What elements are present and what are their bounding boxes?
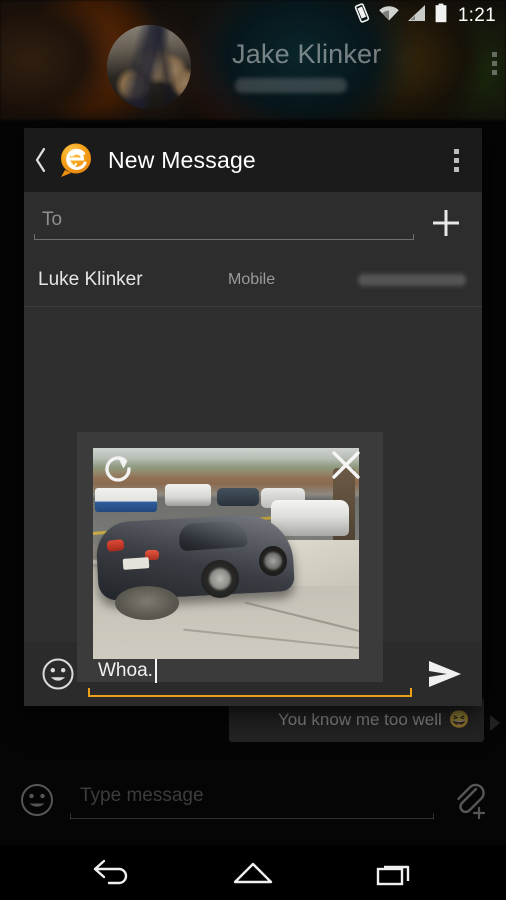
wifi-icon <box>378 4 400 27</box>
photo-sidewalk-seam <box>183 628 359 650</box>
dialog-body <box>24 307 482 682</box>
nav-home-button[interactable] <box>182 845 324 900</box>
background-message-placeholder: Type message <box>80 785 204 806</box>
photo-dark-car <box>217 488 259 506</box>
dialog-header: New Message <box>24 128 482 192</box>
background-compose-bar: Type message <box>0 755 506 845</box>
photo-car-windshield <box>178 519 248 552</box>
cellular-signal-icon <box>407 4 427 27</box>
photo-car-front-wheel <box>259 546 287 576</box>
contact-phone-type: Mobile <box>228 271 276 288</box>
emoji-icon[interactable] <box>38 654 78 694</box>
background-contact-name: Jake Klinker <box>232 39 382 69</box>
background-overflow-menu-icon[interactable] <box>492 52 497 75</box>
photo-convertible-car <box>271 500 349 536</box>
battery-icon <box>434 3 448 28</box>
laughing-emoji-icon: 😆 <box>448 710 470 729</box>
dot <box>492 70 497 75</box>
dialog-title: New Message <box>108 146 256 173</box>
photo-truck <box>95 488 157 512</box>
contact-suggestion-row[interactable]: Luke Klinker Mobile <box>24 254 482 307</box>
recipient-placeholder: To <box>42 209 63 230</box>
text-cursor <box>155 659 157 683</box>
dot <box>453 166 459 172</box>
photo-manhole-cover <box>115 586 179 620</box>
avatar-dim-overlay <box>107 25 191 109</box>
avatar[interactable] <box>107 25 191 109</box>
message-input-value: Whoa. <box>98 660 153 681</box>
dot <box>492 61 497 66</box>
new-message-dialog: New Message To Luke Klinker Mobile Whoa. <box>24 128 482 706</box>
overflow-menu-icon[interactable] <box>442 138 470 182</box>
dot <box>453 157 459 163</box>
contact-name: Luke Klinker <box>38 269 143 290</box>
dot <box>453 148 459 154</box>
send-icon[interactable] <box>422 652 468 696</box>
photo-license-plate <box>122 557 150 570</box>
attach-paperclip-icon[interactable] <box>446 778 490 822</box>
rotate-icon[interactable] <box>99 450 137 488</box>
input-underline <box>70 813 434 819</box>
input-underline <box>34 234 414 240</box>
focused-input-underline <box>88 688 412 697</box>
recipient-input[interactable]: To <box>34 200 414 246</box>
nav-recents-button[interactable] <box>324 845 466 900</box>
add-contact-plus-icon[interactable] <box>424 201 468 245</box>
photo-sidewalk-seam <box>244 601 359 633</box>
photo-car-rear-wheel <box>201 560 239 598</box>
close-icon[interactable] <box>327 446 365 484</box>
background-contact-number-redacted <box>235 78 347 93</box>
phone-screen: Jake Klinker You know me too well 😆 Type… <box>0 0 506 900</box>
dialog-compose-bar: Whoa. <box>24 642 482 706</box>
clock: 1:21 <box>457 4 496 26</box>
photo-car-taillight <box>106 539 125 552</box>
android-nav-bar <box>0 845 506 900</box>
back-chevron-icon[interactable] <box>32 140 50 180</box>
message-bubble-tail <box>490 715 500 731</box>
vibrate-icon <box>353 2 371 28</box>
status-bar: 1:21 <box>0 0 506 30</box>
message-input[interactable]: Whoa. <box>88 649 412 699</box>
dot <box>492 52 497 57</box>
photo-suv <box>165 484 211 506</box>
attachment-preview-panel <box>77 432 383 682</box>
evolve-sms-logo-icon <box>56 140 96 180</box>
contact-number-redacted <box>358 274 466 286</box>
message-bubble-text: You know me too well <box>278 710 442 729</box>
emoji-icon[interactable] <box>16 779 58 821</box>
background-message-input[interactable]: Type message <box>70 773 434 827</box>
nav-back-button[interactable] <box>40 845 182 900</box>
recipient-row: To <box>24 192 482 254</box>
